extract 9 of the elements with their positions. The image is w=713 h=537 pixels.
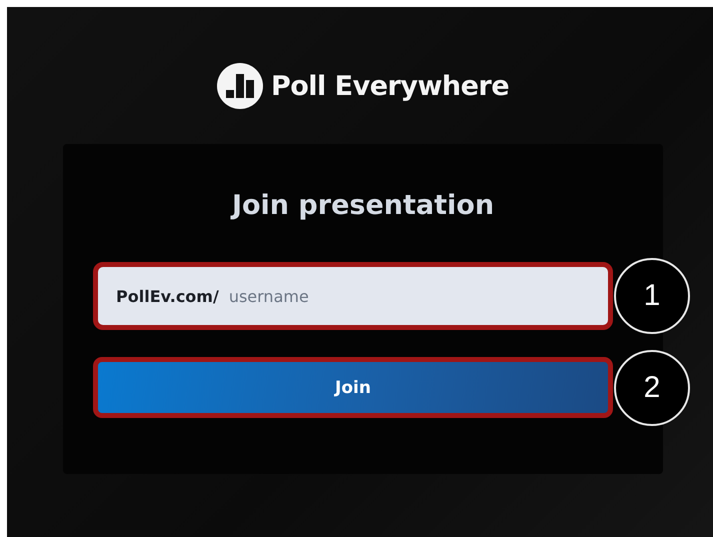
callout-marker: 2 bbox=[614, 350, 690, 426]
card-title: Join presentation bbox=[232, 190, 494, 221]
join-button[interactable]: Join bbox=[93, 357, 613, 418]
username-input[interactable]: username bbox=[226, 286, 608, 306]
logo-text: Poll Everywhere bbox=[270, 70, 510, 102]
logo-icon bbox=[216, 63, 263, 109]
callout-marker: 1 bbox=[614, 258, 690, 334]
url-prefix: PollEv.com/ bbox=[116, 286, 219, 306]
username-field[interactable]: PollEv.com/ username bbox=[93, 262, 613, 330]
